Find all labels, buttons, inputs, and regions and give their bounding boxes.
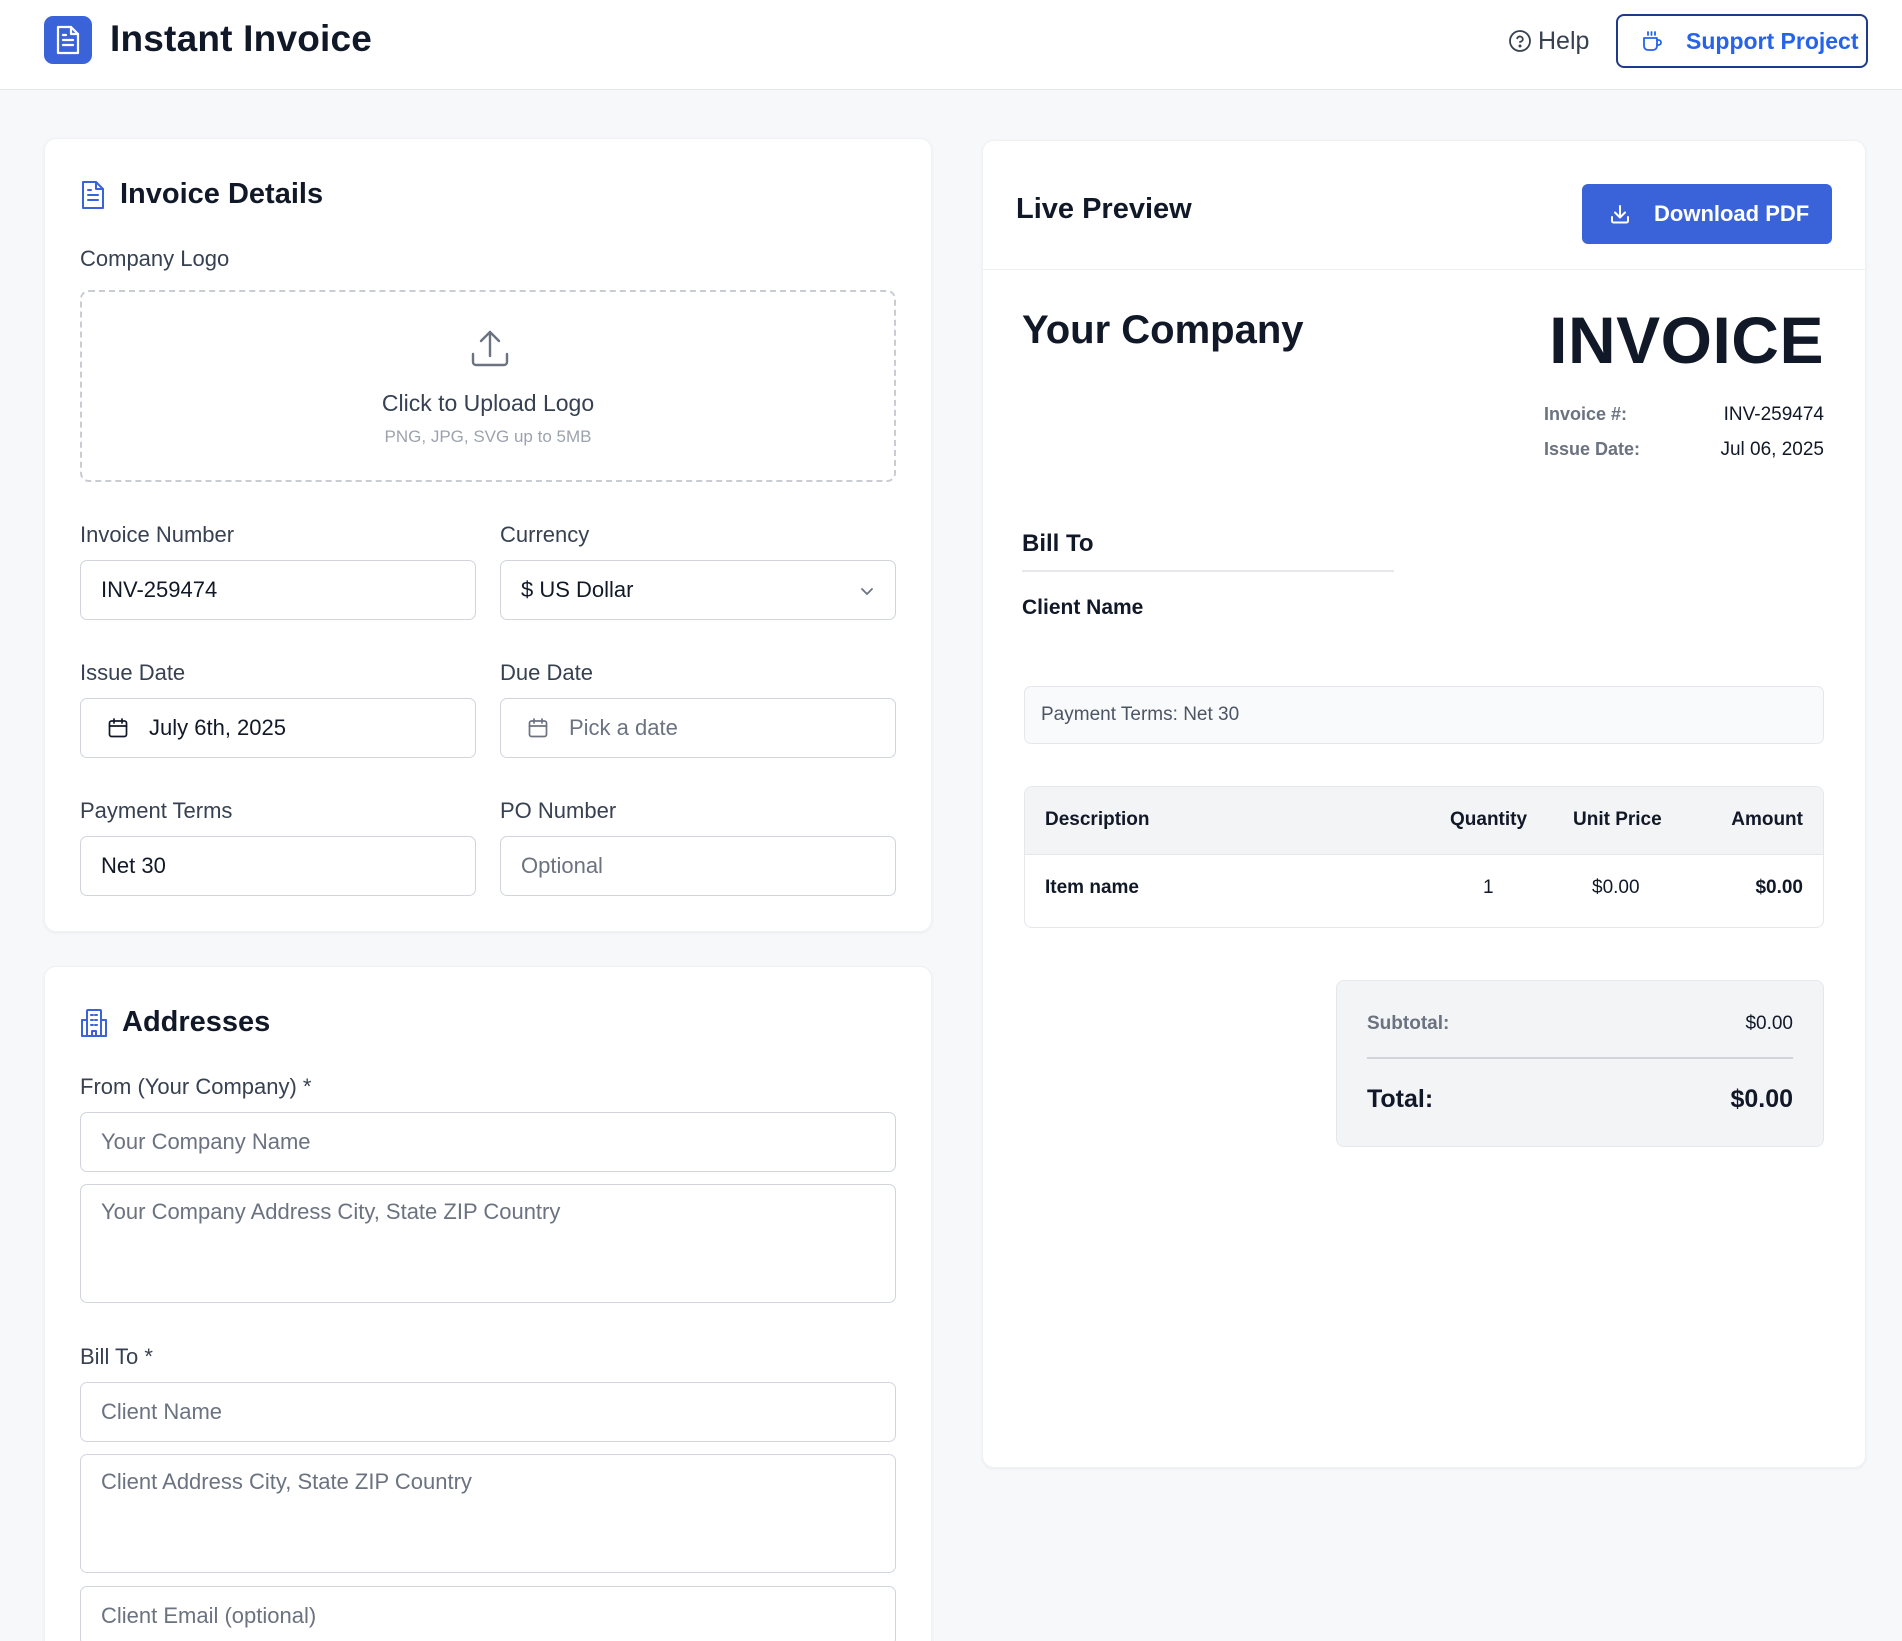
calendar-icon bbox=[108, 718, 128, 738]
invoice-details-heading: Invoice Details bbox=[80, 178, 323, 211]
currency-select[interactable]: $ US Dollar bbox=[500, 560, 896, 620]
cell-amount: $0.00 bbox=[1755, 877, 1803, 898]
upload-icon bbox=[471, 330, 509, 367]
client-email-input[interactable]: Client Email (optional) bbox=[80, 1586, 896, 1641]
preview-payment-terms-text: Payment Terms: Net 30 bbox=[1041, 704, 1240, 725]
header-quantity: Quantity bbox=[1450, 809, 1528, 830]
header-amount: Amount bbox=[1731, 809, 1803, 830]
header-description: Description bbox=[1045, 809, 1150, 830]
support-project-button[interactable]: Support Project bbox=[1616, 14, 1868, 68]
header-unit-price: Unit Price bbox=[1573, 809, 1662, 830]
preview-invoice-no-value: INV-259474 bbox=[1723, 404, 1824, 425]
logo-upload-dropzone[interactable]: Click to Upload Logo PNG, JPG, SVG up to… bbox=[80, 290, 896, 482]
addresses-title: Addresses bbox=[122, 1006, 271, 1038]
currency-value: $ US Dollar bbox=[521, 577, 634, 602]
invoice-details-title: Invoice Details bbox=[120, 178, 324, 210]
preview-header-divider bbox=[982, 269, 1866, 270]
company-address-placeholder: Your Company Address City, State ZIP Cou… bbox=[101, 1199, 561, 1224]
issue-date-label: Issue Date bbox=[80, 660, 186, 685]
preview-issue-date-label: Issue Date: bbox=[1544, 439, 1641, 459]
live-preview-title: Live Preview bbox=[1016, 193, 1192, 225]
company-name-input[interactable]: Your Company Name bbox=[80, 1112, 896, 1172]
due-date-picker[interactable]: Pick a date bbox=[500, 698, 896, 758]
issue-date-value: July 6th, 2025 bbox=[149, 715, 286, 740]
invoice-number-value: INV-259474 bbox=[101, 577, 218, 602]
download-pdf-button[interactable]: Download PDF bbox=[1582, 184, 1832, 244]
client-email-placeholder: Client Email (optional) bbox=[101, 1603, 317, 1628]
currency-label: Currency bbox=[500, 522, 590, 547]
top-bar: Instant Invoice Help Support Project bbox=[0, 0, 1902, 90]
table-header-row: Description Quantity Unit Price Amount bbox=[1025, 787, 1823, 855]
payment-terms-input[interactable]: Net 30 bbox=[80, 836, 476, 896]
invoice-number-input[interactable]: INV-259474 bbox=[80, 560, 476, 620]
client-name-input[interactable]: Client Name bbox=[80, 1382, 896, 1442]
help-label: Help bbox=[1538, 26, 1590, 55]
po-number-placeholder: Optional bbox=[521, 853, 603, 878]
preview-invoice-heading: INVOICE bbox=[1549, 303, 1824, 377]
cell-quantity: 1 bbox=[1483, 877, 1494, 898]
total-label: Total: bbox=[1367, 1085, 1434, 1113]
download-pdf-label: Download PDF bbox=[1654, 201, 1810, 226]
question-circle-icon bbox=[1509, 30, 1531, 52]
po-number-input[interactable]: Optional bbox=[500, 836, 896, 896]
preview-payment-terms: Payment Terms: Net 30 bbox=[1024, 686, 1824, 744]
preview-issue-date-value: Jul 06, 2025 bbox=[1720, 439, 1824, 460]
payment-terms-label: Payment Terms bbox=[80, 798, 233, 823]
due-date-placeholder: Pick a date bbox=[569, 715, 678, 740]
document-icon bbox=[82, 180, 104, 209]
subtotal-value: $0.00 bbox=[1745, 1013, 1793, 1034]
client-name-placeholder: Client Name bbox=[101, 1399, 223, 1424]
cell-unit-price: $0.00 bbox=[1592, 877, 1640, 898]
issue-date-picker[interactable]: July 6th, 2025 bbox=[80, 698, 476, 758]
invoice-logo-icon bbox=[44, 16, 92, 64]
support-label: Support Project bbox=[1686, 27, 1859, 54]
invoice-number-label: Invoice Number bbox=[80, 522, 235, 547]
client-address-textarea[interactable]: Client Address City, State ZIP Country bbox=[80, 1454, 896, 1573]
help-button[interactable]: Help bbox=[1508, 24, 1589, 58]
cell-description: Item name bbox=[1045, 877, 1139, 898]
client-address-placeholder: Client Address City, State ZIP Country bbox=[101, 1469, 472, 1494]
preview-invoice-no-label: Invoice #: bbox=[1544, 404, 1628, 424]
due-date-label: Due Date bbox=[500, 660, 593, 685]
app-title: Instant Invoice bbox=[110, 18, 373, 59]
company-name-placeholder: Your Company Name bbox=[101, 1129, 311, 1154]
upload-title: Click to Upload Logo bbox=[381, 390, 595, 416]
payment-terms-value: Net 30 bbox=[101, 853, 166, 878]
coffee-cup-icon bbox=[1643, 31, 1662, 51]
preview-items-table: Description Quantity Unit Price Amount I… bbox=[1024, 786, 1824, 928]
bill-to-underline bbox=[1022, 570, 1394, 572]
chevron-down-icon bbox=[861, 588, 873, 595]
po-number-label: PO Number bbox=[500, 798, 617, 823]
total-value: $0.00 bbox=[1730, 1085, 1793, 1113]
bill-to-label: Bill To * bbox=[80, 1344, 153, 1369]
preview-company-name: Your Company bbox=[1022, 308, 1304, 352]
download-icon bbox=[1611, 205, 1629, 224]
building-icon bbox=[81, 1008, 107, 1037]
from-company-label: From (Your Company) * bbox=[80, 1074, 312, 1099]
preview-bill-to-heading: Bill To bbox=[1022, 530, 1094, 557]
calendar-icon bbox=[528, 718, 548, 738]
company-logo-label: Company Logo bbox=[80, 246, 230, 271]
upload-hint: PNG, JPG, SVG up to 5MB bbox=[384, 427, 592, 446]
preview-client-name: Client Name bbox=[1022, 596, 1144, 619]
totals-divider bbox=[1367, 1057, 1793, 1059]
addresses-heading: Addresses bbox=[80, 1006, 270, 1039]
preview-totals-box: Subtotal: $0.00 Total: $0.00 bbox=[1336, 980, 1824, 1147]
company-address-textarea[interactable]: Your Company Address City, State ZIP Cou… bbox=[80, 1184, 896, 1303]
subtotal-label: Subtotal: bbox=[1367, 1013, 1450, 1034]
